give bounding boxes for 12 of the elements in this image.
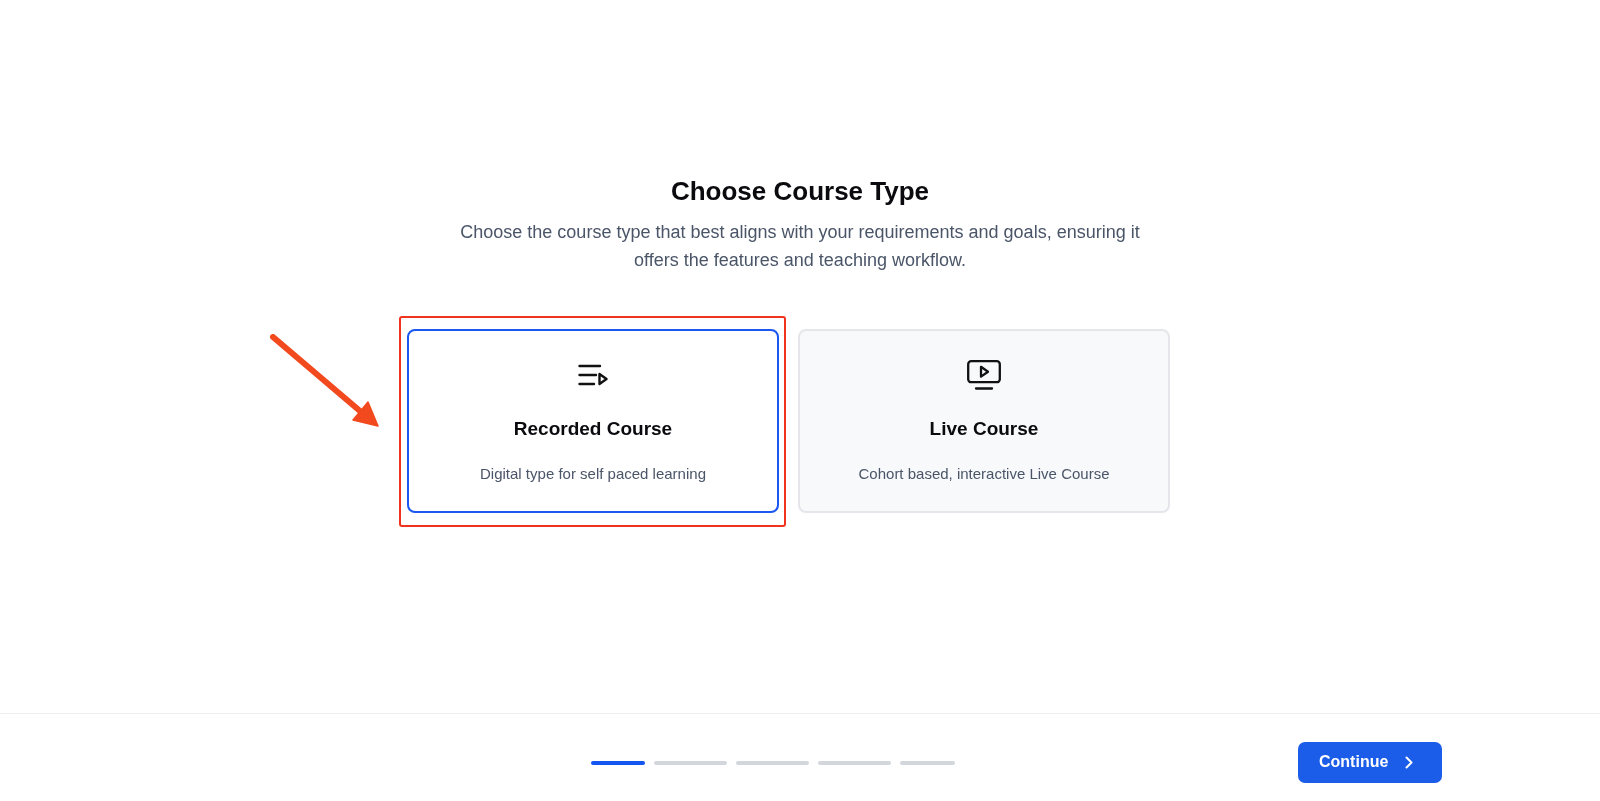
continue-button[interactable]: Continue (1298, 741, 1442, 783)
monitor-play-icon (967, 360, 1001, 390)
page-subtitle: Choose the course type that best aligns with your requirements and goals, ensuring it offers the features and teaching workflow. (459, 221, 1141, 272)
card-title: Recorded Course (513, 417, 673, 441)
course-type-card[interactable]: Live Course Cohort based, interactive Live Course (798, 329, 1170, 513)
card-description: Digital type for self paced learning (480, 464, 706, 484)
list-play-icon (578, 364, 608, 386)
card-title: Live Course (929, 417, 1039, 441)
page-title: Choose Course Type (670, 175, 930, 207)
card-description: Cohort based, interactive Live Course (858, 464, 1110, 484)
course-type-card[interactable]: Recorded Course Digital type for self paced learning (407, 329, 779, 513)
chevron-right-icon (1405, 755, 1413, 769)
